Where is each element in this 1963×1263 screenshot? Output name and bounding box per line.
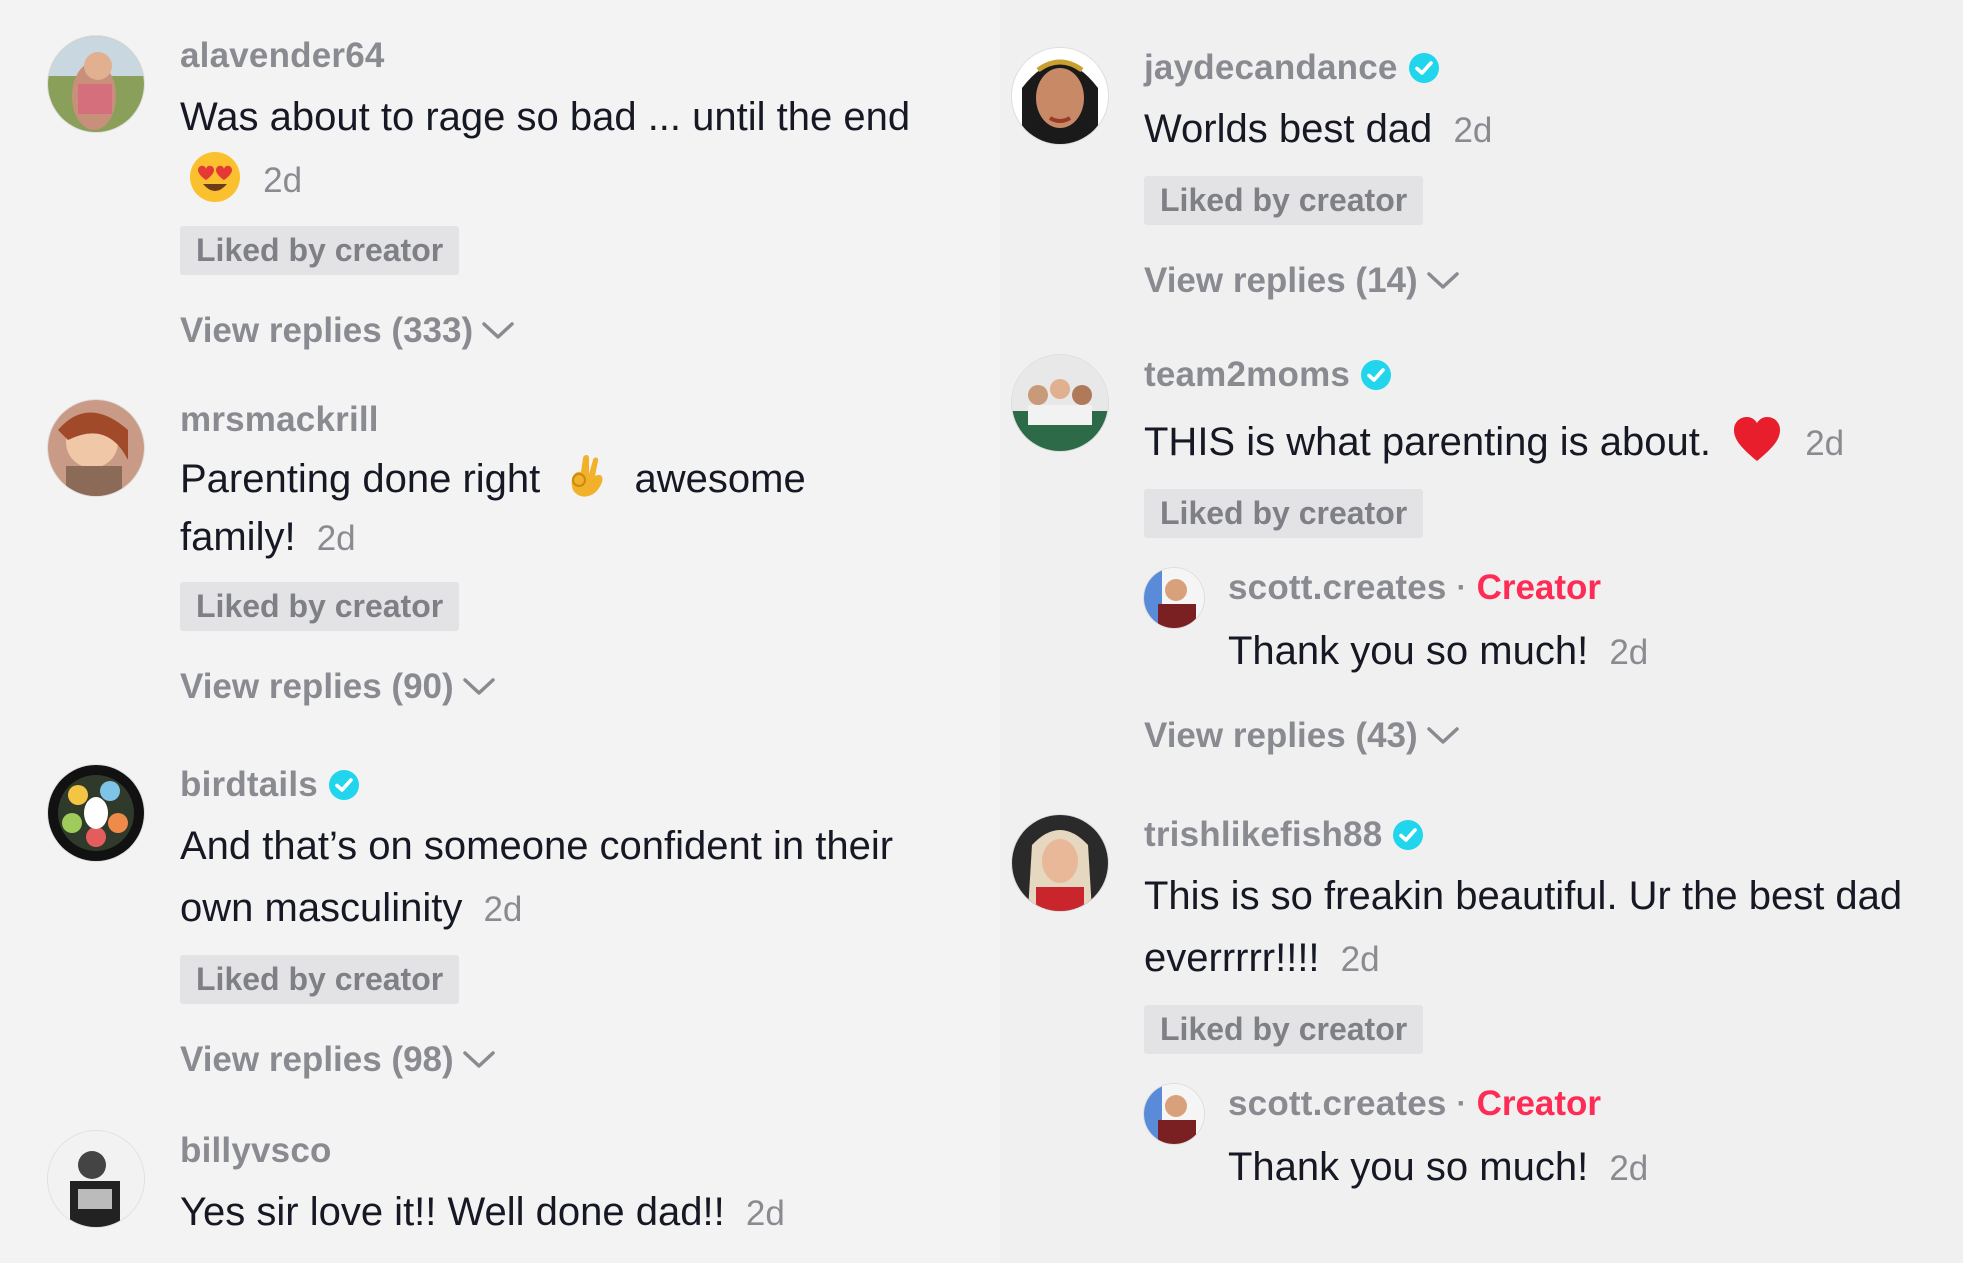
view-replies-button[interactable]: View replies (98): [180, 1040, 940, 1080]
avatar[interactable]: [48, 1131, 144, 1227]
view-replies-button[interactable]: View replies (14): [1144, 261, 1904, 301]
username[interactable]: birdtails: [180, 765, 318, 805]
comment-text: Worlds best dad: [1144, 107, 1433, 151]
chevron-down-icon: [1426, 271, 1460, 291]
comment-text: This is so freakin beautiful. Ur the bes…: [1144, 874, 1903, 980]
verified-badge-icon: [1360, 359, 1392, 391]
separator-dot: ·: [1456, 1087, 1467, 1120]
chevron-down-icon: [462, 677, 496, 697]
username[interactable]: trishlikefish88: [1144, 815, 1382, 855]
comments-column-right: jaydecandance Worlds best dad 2d Liked b…: [1000, 0, 1963, 1263]
liked-by-creator-badge: Liked by creator: [180, 955, 460, 1004]
creator-label: Creator: [1476, 568, 1602, 607]
creator-reply: scott.creates · Creator Thank you so muc…: [1144, 1084, 1924, 1204]
username[interactable]: mrsmackrill: [180, 400, 379, 440]
liked-by-creator-badge: Liked by creator: [180, 226, 460, 275]
chevron-down-icon: [481, 321, 515, 341]
view-replies-label: View replies (90): [180, 667, 454, 706]
comment-text: THIS is what parenting is about.: [1144, 420, 1711, 464]
username[interactable]: billyvsco: [180, 1131, 332, 1171]
username[interactable]: alavender64: [180, 36, 385, 76]
red-heart-emoji: [1730, 413, 1784, 467]
verified-badge-icon: [1392, 819, 1424, 851]
comment-text: Was about to rage so bad ... until the e…: [180, 95, 911, 139]
timestamp: 2d: [1453, 111, 1493, 150]
avatar[interactable]: [1012, 815, 1108, 911]
avatar[interactable]: [48, 765, 144, 861]
view-replies-label: View replies (98): [180, 1040, 454, 1079]
reply-username[interactable]: scott.creates: [1228, 1084, 1447, 1124]
liked-by-creator-badge: Liked by creator: [1144, 176, 1424, 225]
timestamp: 2d: [316, 519, 356, 558]
creator-reply: scott.creates · Creator Thank you so muc…: [1144, 568, 1944, 688]
reply-text: Thank you so much!: [1228, 629, 1589, 673]
comment-text: Parenting done right: [180, 457, 541, 501]
avatar[interactable]: [48, 36, 144, 132]
view-replies-label: View replies (333): [180, 311, 474, 350]
liked-by-creator-badge: Liked by creator: [180, 582, 460, 631]
avatar[interactable]: [1012, 355, 1108, 451]
timestamp: 2d: [1609, 633, 1649, 672]
verified-badge-icon: [328, 769, 360, 801]
avatar[interactable]: [48, 400, 144, 496]
timestamp: 2d: [1340, 940, 1380, 979]
view-replies-button[interactable]: View replies (90): [180, 667, 900, 707]
verified-badge-icon: [1408, 52, 1440, 84]
view-replies-label: View replies (14): [1144, 261, 1418, 300]
username[interactable]: jaydecandance: [1144, 48, 1398, 88]
separator-dot: ·: [1456, 571, 1467, 604]
chevron-down-icon: [462, 1050, 496, 1070]
comment-text: Yes sir love it!! Well done dad!!: [180, 1190, 725, 1234]
view-replies-button[interactable]: View replies (43): [1144, 716, 1944, 756]
liked-by-creator-badge: Liked by creator: [1144, 1005, 1424, 1054]
liked-by-creator-badge: Liked by creator: [1144, 489, 1424, 538]
view-replies-button[interactable]: View replies (333): [180, 311, 940, 351]
avatar[interactable]: [1144, 1084, 1204, 1144]
timestamp: 2d: [263, 161, 303, 200]
avatar[interactable]: [1144, 568, 1204, 628]
reply-username[interactable]: scott.creates: [1228, 568, 1447, 608]
comment-text: And that’s on someone confident in their…: [180, 824, 894, 930]
heart-eyes-emoji: [188, 150, 242, 204]
timestamp: 2d: [745, 1194, 785, 1233]
view-replies-label: View replies (43): [1144, 716, 1418, 755]
creator-label: Creator: [1476, 1084, 1602, 1123]
chevron-down-icon: [1426, 726, 1460, 746]
reply-text: Thank you so much!: [1228, 1145, 1589, 1189]
ok-hand-emoji: [559, 450, 613, 504]
timestamp: 2d: [483, 890, 523, 929]
avatar[interactable]: [1012, 48, 1108, 144]
comments-column-left: alavender64 Was about to rage so bad ...…: [0, 0, 1000, 1263]
username[interactable]: team2moms: [1144, 355, 1350, 395]
timestamp: 2d: [1805, 424, 1845, 463]
timestamp: 2d: [1609, 1149, 1649, 1188]
